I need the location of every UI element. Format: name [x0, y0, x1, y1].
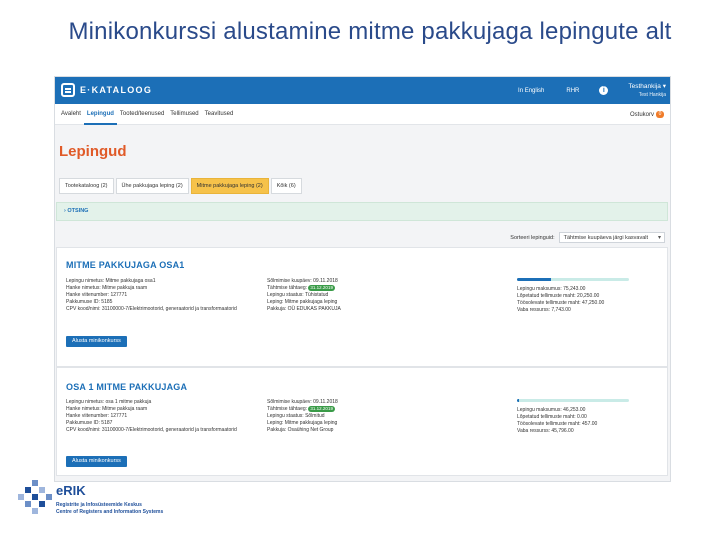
- language-link[interactable]: In English: [518, 88, 544, 94]
- expiry-date: Tähtmise tähtaeg: 31.12.2019: [267, 406, 335, 412]
- tab-all[interactable]: Kõik (6): [270, 178, 302, 194]
- contract-status-details: Sõlmimise kuupäev: 09.11.2018 Tähtmise t…: [267, 399, 507, 434]
- contract-title[interactable]: MITME PAKKUJAGA OSA1: [66, 260, 185, 270]
- user-menu[interactable]: Testhankija ▾ Test Hankija: [628, 83, 666, 99]
- cart-link[interactable]: Ostukorv 0: [630, 111, 664, 118]
- contract-card: MITME PAKKUJAGA OSA1 Lepingu nimetus: Mi…: [56, 247, 668, 367]
- procurement-name: Hanke nimetus: Mitme pakkuja raam: [66, 406, 148, 412]
- main-nav: Avaleht Lepingud Tooted/teenused Tellimu…: [55, 104, 670, 125]
- expiry-date-badge: 31.12.2019: [308, 406, 335, 412]
- brand-name: E·KATALOOG: [80, 85, 153, 95]
- tab-single-supplier[interactable]: Ühe pakkujaga leping (2): [115, 178, 189, 194]
- signing-date: Sõlmimise kuupäev: 09.11.2018: [267, 399, 338, 405]
- brand-logo[interactable]: E·KATALOOG: [61, 83, 152, 97]
- signing-date: Sõlmimise kuupäev: 09.11.2018: [267, 278, 338, 284]
- contract-details: Lepingu nimetus: Mitme pakkujaga osa1 Ha…: [66, 278, 256, 313]
- contract-value: Lepingu maksumus: 46,253.00: [517, 407, 586, 413]
- usage-progress-bar: [517, 399, 629, 402]
- usage-progress-bar: [517, 278, 629, 281]
- app-window: E·KATALOOG In English RHR i Testhankija …: [54, 76, 671, 482]
- contract-tabs: Tootekataloog (2) Ühe pakkujaga leping (…: [59, 178, 304, 194]
- tab-product-catalog[interactable]: Tootekataloog (2): [59, 178, 114, 194]
- user-subtitle: Test Hankija: [638, 91, 666, 98]
- procurement-ref: Hanke viitenumber: 127771: [66, 413, 128, 419]
- rik-logo-mark-icon: [18, 480, 52, 514]
- sort-select[interactable]: Tähtmise kuupäeva järgi kasvavalt: [558, 232, 665, 243]
- contract-status: Lepingu staatus: Tühistatud: [267, 292, 329, 298]
- contract-financials: Lepingu maksumus: 46,253.00 Lõpetatud te…: [517, 399, 647, 435]
- free-resource: Vaba ressurss: 7,743.00: [517, 307, 571, 313]
- completed-orders: Lõpetatud tellimuste maht: 0.00: [517, 414, 587, 420]
- nav-item-tooted[interactable]: Tooted/teenused: [117, 104, 167, 125]
- cart-label: Ostukorv: [629, 111, 654, 118]
- contract-status: Lepingu staatus: Sõlmitud: [267, 413, 325, 419]
- top-bar: E·KATALOOG In English RHR i Testhankija …: [55, 77, 670, 104]
- slide: Minikonkurssi alustamine mitme pakkujaga…: [0, 0, 720, 540]
- cpv-code: CPV kood/nimi: 31100000-7/Elektrimootori…: [66, 306, 237, 312]
- top-links: In English RHR i Testhankija ▾ Test Hank…: [496, 77, 666, 104]
- contract-details: Lepingu nimetus: osa 1 mitme pakkuja Han…: [66, 399, 256, 434]
- page-title: Lepingud: [59, 143, 127, 160]
- procurement-name: Hanke nimetus: Mitme pakkuja raam: [66, 285, 148, 291]
- tender-id: Pakkumuse ID: 5185: [66, 299, 113, 305]
- usage-progress-fill: [517, 278, 551, 281]
- tender-id: Pakkumuse ID: 5187: [66, 420, 113, 426]
- contract-title[interactable]: OSA 1 MITME PAKKUJAGA: [66, 382, 187, 392]
- contract-status-details: Sõlmimise kuupäev: 09.11.2018 Tähtmise t…: [267, 278, 507, 313]
- expiry-date-badge: 31.12.2019: [308, 285, 335, 291]
- nav-item-tellimused[interactable]: Tellimused: [167, 104, 201, 125]
- nav-item-avaleht[interactable]: Avaleht: [58, 104, 84, 125]
- contract-type: Leping: Mitme pakkujaga leping: [267, 420, 338, 426]
- search-toggle[interactable]: › OTSING: [56, 202, 668, 221]
- rik-logo-text: eRIK: [56, 483, 86, 498]
- catalog-logo-icon: [61, 83, 75, 97]
- user-name: Testhankija ▾: [628, 82, 666, 90]
- start-mini-competition-button[interactable]: Alusta minikonkurss: [66, 336, 127, 347]
- nav-item-lepingud[interactable]: Lepingud: [83, 104, 117, 125]
- cart-count-badge: 0: [656, 111, 664, 118]
- rik-org-name: Registrite ja Infosüsteemide Keskus Cent…: [56, 502, 164, 515]
- sort-control: Sorteeri lepinguid: Tähtmise kuupäeva jä…: [510, 232, 665, 243]
- free-resource: Vaba ressurss: 45,796.00: [517, 428, 574, 434]
- procurement-ref: Hanke viitenumber: 127771: [66, 292, 128, 298]
- rhr-link[interactable]: RHR: [566, 88, 579, 94]
- active-orders: Töösolevate tellimuste maht: 457.00: [517, 421, 598, 427]
- rik-logo: eRIK Registrite ja Infosüsteemide Keskus…: [18, 480, 218, 524]
- info-icon[interactable]: i: [599, 86, 609, 95]
- completed-orders: Lõpetatud tellimuste maht: 20,250.00: [517, 293, 600, 299]
- contract-financials: Lepingu maksumus: 75,243.00 Lõpetatud te…: [517, 278, 647, 314]
- slide-title: Minikonkurssi alustamine mitme pakkujaga…: [68, 18, 672, 45]
- active-orders: Töösolevate tellimuste maht: 47,250.00: [517, 300, 605, 306]
- cpv-code: CPV kood/nimi: 31100000-7/Elektrimootori…: [66, 427, 237, 433]
- usage-progress-fill: [517, 399, 520, 402]
- nav-item-teavitused[interactable]: Teavitused: [202, 104, 237, 125]
- sort-label: Sorteeri lepinguid:: [510, 234, 555, 241]
- contract-name: Lepingu nimetus: osa 1 mitme pakkuja: [66, 399, 152, 405]
- contract-type: Leping: Mitme pakkujaga leping: [267, 299, 338, 305]
- tab-multi-supplier[interactable]: Mitme pakkujaga leping (2): [190, 178, 269, 194]
- contract-name: Lepingu nimetus: Mitme pakkujaga osa1: [66, 278, 156, 284]
- expiry-date: Tähtmise tähtaeg: 31.12.2019: [267, 285, 335, 291]
- start-mini-competition-button[interactable]: Alusta minikonkurss: [66, 456, 127, 467]
- supplier: Pakkuja: Osaühing Net Group: [267, 427, 334, 433]
- contract-card: OSA 1 MITME PAKKUJAGA Lepingu nimetus: o…: [56, 367, 668, 476]
- supplier: Pakkuja: OÜ EDUKAS PAKKUJA: [267, 306, 341, 312]
- contract-value: Lepingu maksumus: 75,243.00: [517, 286, 586, 292]
